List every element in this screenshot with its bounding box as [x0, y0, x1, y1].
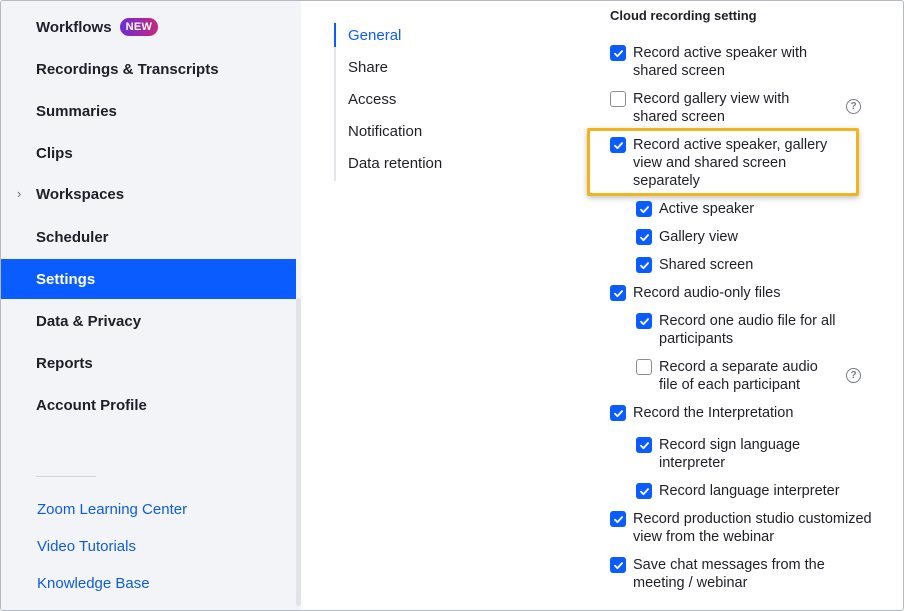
- sidebar-item-label: Workspaces: [36, 185, 125, 203]
- new-badge: NEW: [119, 18, 159, 36]
- checkmark-icon: [639, 261, 649, 269]
- option-label: Record a separate audio file of each par…: [659, 359, 818, 393]
- checkbox-checked[interactable]: [610, 285, 626, 301]
- sidebar-item-workflows[interactable]: Workflows NEW: [1, 7, 296, 47]
- sidebar-scrollbar[interactable]: [296, 298, 301, 606]
- checkbox-checked[interactable]: [636, 483, 652, 499]
- tab-share[interactable]: Share: [348, 59, 388, 76]
- sidebar-item-reports[interactable]: Reports: [1, 343, 296, 383]
- checkbox-checked[interactable]: [610, 137, 626, 153]
- checkmark-icon: [613, 561, 623, 569]
- sidebar-item-scheduler[interactable]: Scheduler: [1, 217, 296, 257]
- option-record-active-speaker-shared-screen[interactable]: Record active speaker with shared screen: [610, 44, 840, 80]
- sidebar-item-label: Clips: [36, 144, 73, 162]
- checkbox-checked[interactable]: [636, 257, 652, 273]
- sidebar-item-label: Scheduler: [36, 228, 109, 246]
- option-one-audio-file[interactable]: Record one audio file for all participan…: [636, 312, 851, 348]
- option-label: Gallery view: [659, 229, 738, 245]
- checkmark-icon: [639, 233, 649, 241]
- option-label: Record audio-only files: [633, 285, 781, 301]
- option-record-interpretation[interactable]: Record the Interpretation: [610, 404, 793, 422]
- option-label: Save chat messages from the meeting / we…: [633, 557, 825, 591]
- option-record-audio-only[interactable]: Record audio-only files: [610, 284, 781, 302]
- checkbox-checked[interactable]: [610, 557, 626, 573]
- tab-notification[interactable]: Notification: [348, 123, 422, 140]
- sidebar-item-label: Account Profile: [36, 396, 147, 414]
- sub-nav-active-indicator: [334, 23, 336, 47]
- sidebar-item-label: Summaries: [36, 102, 117, 120]
- option-record-separately[interactable]: Record active speaker, gallery view and …: [610, 136, 850, 190]
- sidebar-item-label: Workflows: [36, 18, 112, 36]
- sidebar-item-summaries[interactable]: Summaries: [1, 91, 296, 131]
- checkbox-checked[interactable]: [636, 313, 652, 329]
- help-icon[interactable]: ?: [846, 99, 861, 114]
- checkmark-icon: [613, 409, 623, 417]
- sidebar-divider: [36, 476, 96, 477]
- sidebar-item-data-privacy[interactable]: Data & Privacy: [1, 301, 296, 341]
- option-label: Active speaker: [659, 201, 755, 217]
- option-active-speaker[interactable]: Active speaker: [636, 200, 754, 218]
- link-zoom-learning-center[interactable]: Zoom Learning Center: [37, 501, 187, 518]
- tab-general[interactable]: General: [348, 27, 401, 44]
- option-save-chat-messages[interactable]: Save chat messages from the meeting / we…: [610, 556, 850, 592]
- option-label: Record production studio customized view…: [633, 511, 872, 545]
- sidebar-item-label: Reports: [36, 354, 93, 372]
- option-production-studio[interactable]: Record production studio customized view…: [610, 510, 880, 546]
- checkmark-icon: [639, 317, 649, 325]
- checkbox-checked[interactable]: [610, 405, 626, 421]
- option-label: Record language interpreter: [659, 483, 840, 499]
- option-label: Record sign language interpreter: [659, 437, 801, 471]
- option-label: Record one audio file for all participan…: [659, 313, 836, 347]
- option-sign-language-interpreter[interactable]: Record sign language interpreter: [636, 436, 826, 472]
- checkmark-icon: [639, 441, 649, 449]
- checkbox-unchecked[interactable]: [610, 91, 626, 107]
- option-record-gallery-view-shared-screen[interactable]: Record gallery view with shared screen: [610, 90, 835, 126]
- sidebar-item-recordings-transcripts[interactable]: Recordings & Transcripts: [1, 49, 296, 89]
- checkmark-icon: [613, 289, 623, 297]
- sidebar-item-settings[interactable]: Settings: [1, 259, 296, 299]
- link-knowledge-base[interactable]: Knowledge Base: [37, 575, 150, 592]
- checkmark-icon: [639, 205, 649, 213]
- section-title: Cloud recording setting: [610, 8, 757, 23]
- option-language-interpreter[interactable]: Record language interpreter: [636, 482, 840, 500]
- sidebar-item-account-profile[interactable]: Account Profile: [1, 385, 296, 425]
- option-separate-audio-file[interactable]: Record a separate audio file of each par…: [636, 358, 836, 394]
- checkbox-checked[interactable]: [636, 229, 652, 245]
- checkbox-unchecked[interactable]: [636, 359, 652, 375]
- tab-access[interactable]: Access: [348, 91, 396, 108]
- checkbox-checked[interactable]: [636, 201, 652, 217]
- link-video-tutorials[interactable]: Video Tutorials: [37, 538, 136, 555]
- checkmark-icon: [639, 487, 649, 495]
- sidebar-item-label: Recordings & Transcripts: [36, 60, 219, 78]
- sidebar-item-clips[interactable]: Clips: [1, 133, 296, 173]
- option-gallery-view[interactable]: Gallery view: [636, 228, 738, 246]
- option-label: Record the Interpretation: [633, 405, 794, 421]
- checkbox-checked[interactable]: [636, 437, 652, 453]
- checkmark-icon: [613, 141, 623, 149]
- option-label: Record active speaker with shared screen: [633, 45, 808, 79]
- sidebar-item-workspaces[interactable]: › Workspaces: [1, 174, 296, 214]
- sidebar-item-label: Data & Privacy: [36, 312, 142, 330]
- option-label: Record gallery view with shared screen: [633, 91, 790, 125]
- tab-data-retention[interactable]: Data retention: [348, 155, 442, 172]
- chevron-right-icon[interactable]: ›: [17, 186, 21, 201]
- checkmark-icon: [613, 49, 623, 57]
- help-icon[interactable]: ?: [846, 368, 861, 383]
- option-label: Shared screen: [659, 257, 754, 273]
- option-label: Record active speaker, gallery view and …: [633, 137, 828, 189]
- sidebar-item-label: Settings: [36, 270, 96, 288]
- checkbox-checked[interactable]: [610, 45, 626, 61]
- app-window: Workflows NEW Recordings & Transcripts S…: [0, 0, 904, 611]
- checkbox-checked[interactable]: [610, 511, 626, 527]
- sidebar: Workflows NEW Recordings & Transcripts S…: [1, 1, 301, 610]
- checkmark-icon: [613, 515, 623, 523]
- option-shared-screen[interactable]: Shared screen: [636, 256, 753, 274]
